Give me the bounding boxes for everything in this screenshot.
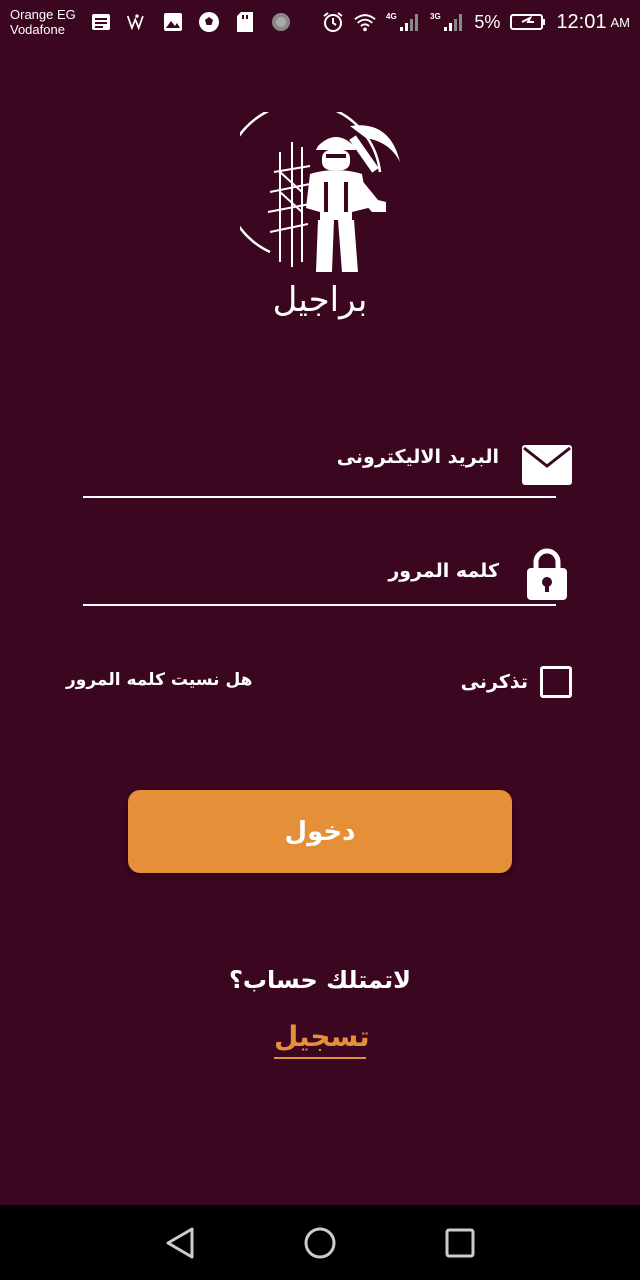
signal-4g-icon: 4G — [386, 11, 420, 33]
password-field-underline — [83, 604, 556, 606]
status-bar-left: Orange EG Vodafone — [10, 7, 292, 37]
battery-percent: 5% — [474, 11, 501, 32]
email-field-label: البريد الاليكترونى — [336, 446, 499, 468]
carrier-info: Orange EG Vodafone — [10, 7, 76, 37]
network-1-label: 4G — [386, 12, 397, 21]
carrier-name-1: Orange EG — [10, 7, 76, 22]
forgot-password-link[interactable]: هل نسيت كلمه المرور — [66, 670, 252, 690]
notification-message-icon — [90, 11, 112, 33]
status-bar-right: 4G 3G 5% 12:01 AM — [322, 11, 630, 34]
email-field[interactable]: البريد الاليكترونى — [83, 438, 573, 498]
notification-app-icon — [126, 11, 148, 33]
back-triangle-icon[interactable] — [160, 1223, 200, 1263]
alarm-icon — [322, 11, 344, 33]
sd-card-icon — [234, 11, 256, 33]
system-nav-bar — [0, 1205, 640, 1280]
lock-icon — [526, 546, 568, 606]
no-account-text: لاتمتلك حساب؟ — [228, 966, 412, 994]
signal-3g-icon: 3G — [430, 11, 464, 33]
remember-me-toggle[interactable]: تذكرنى — [461, 665, 572, 699]
password-field[interactable]: كلمه المرور — [83, 546, 573, 606]
battery-icon — [510, 11, 546, 33]
football-icon — [198, 11, 220, 33]
clock-time: 12:01 — [556, 10, 607, 33]
gallery-icon — [162, 11, 184, 33]
remember-me-label: تذكرنى — [460, 671, 528, 693]
email-field-underline — [83, 496, 556, 498]
home-circle-icon[interactable] — [300, 1223, 340, 1263]
wifi-icon — [354, 11, 377, 33]
sync-dot-icon — [270, 11, 292, 33]
remember-me-checkbox[interactable] — [540, 666, 572, 698]
mail-icon — [521, 444, 573, 490]
login-button[interactable]: دخول — [128, 790, 512, 873]
status-bar: Orange EG Vodafone 4G 3G 5% 12:01 AM — [0, 0, 640, 44]
register-link[interactable]: تسجيل — [274, 1020, 370, 1059]
network-2-label: 3G — [430, 12, 441, 21]
app-logo — [223, 101, 410, 277]
recents-square-icon[interactable] — [440, 1223, 480, 1263]
password-field-label: كلمه المرور — [388, 560, 499, 582]
brand-name: براجيل — [272, 280, 368, 320]
carrier-name-2: Vodafone — [10, 22, 65, 37]
clock-ampm: AM — [610, 14, 631, 30]
